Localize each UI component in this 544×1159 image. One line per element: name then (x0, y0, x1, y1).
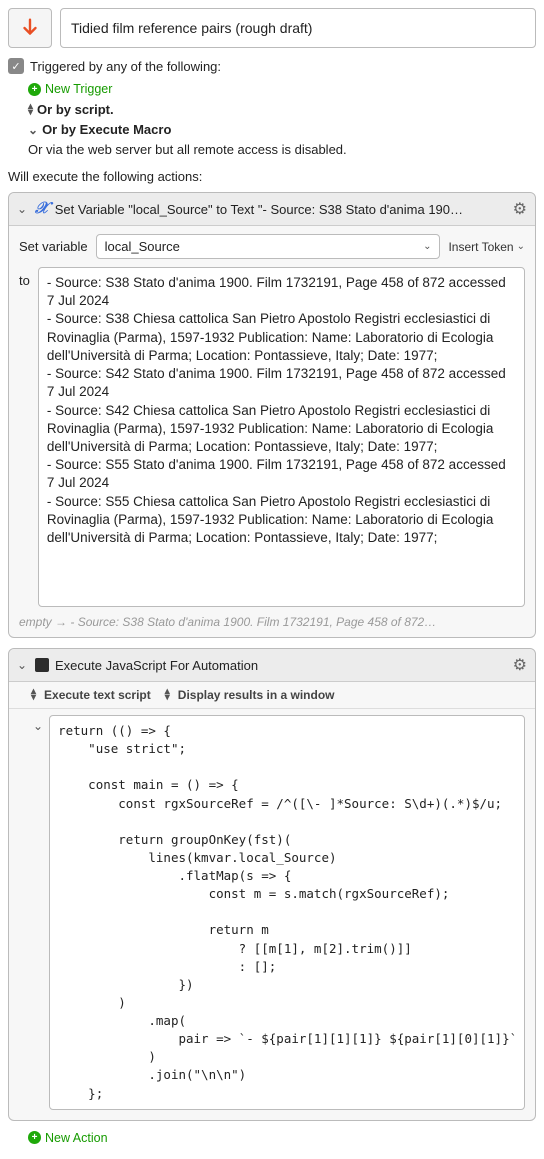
action-title: Execute JavaScript For Automation (55, 658, 507, 673)
terminal-icon (35, 658, 49, 672)
macro-title-text: Tidied film reference pairs (rough draft… (71, 20, 312, 36)
macro-title-input[interactable]: Tidied film reference pairs (rough draft… (60, 8, 536, 48)
variable-name-input[interactable]: local_Source ⌄ (96, 234, 441, 259)
action-title: Set Variable "local_Source" to Text "- S… (55, 202, 507, 217)
empty-preview: - Source: S38 Stato d'anima 1900. Film 1… (70, 615, 436, 629)
set-variable-label: Set variable (19, 239, 88, 254)
plus-icon: + (28, 83, 41, 96)
gear-icon[interactable]: ⚙ (513, 199, 527, 219)
action-execute-javascript: ⌄ Execute JavaScript For Automation ⚙ ▴▾… (8, 648, 536, 1121)
code-disclosure-toggle[interactable]: ⌄ (33, 715, 43, 1110)
updown-icon: ▴▾ (28, 104, 33, 116)
new-action-button[interactable]: + New Action (28, 1131, 536, 1145)
display-results-dropdown[interactable]: ▴▾ Display results in a window (165, 688, 335, 702)
gear-icon[interactable]: ⚙ (513, 655, 527, 675)
action-set-variable: ⌄ 𝒳 Set Variable "local_Source" to Text … (8, 192, 536, 638)
to-label: to (19, 267, 30, 288)
empty-label: empty (19, 615, 52, 629)
or-by-script-row[interactable]: ▴▾ Or by script. (28, 102, 536, 117)
updown-icon: ▴▾ (31, 689, 36, 701)
plus-icon: + (28, 1131, 41, 1144)
or-by-execute-macro-row[interactable]: ⌄ Or by Execute Macro (28, 122, 536, 137)
variable-x-icon: 𝒳 (35, 200, 49, 218)
insert-token-button[interactable]: Insert Token ⌄ (448, 240, 525, 254)
triggers-enabled-checkbox[interactable]: ✓ (8, 58, 24, 74)
disclosure-toggle[interactable]: ⌄ (17, 658, 29, 672)
chevron-down-icon: ⌄ (28, 123, 38, 137)
actions-heading: Will execute the following actions: (8, 169, 536, 184)
trigger-heading: Triggered by any of the following: (30, 59, 221, 74)
variable-value-textarea[interactable]: - Source: S38 Stato d'anima 1900. Film 1… (38, 267, 525, 607)
macro-icon[interactable] (8, 8, 52, 48)
new-trigger-button[interactable]: + New Trigger (28, 82, 536, 96)
script-textarea[interactable]: return (() => { "use strict"; const main… (49, 715, 525, 1110)
disclosure-toggle[interactable]: ⌄ (17, 202, 29, 216)
chevron-down-icon: ⌄ (517, 241, 525, 252)
chevron-down-icon: ⌄ (423, 241, 431, 252)
or-via-web-row: Or via the web server but all remote acc… (28, 142, 536, 157)
execute-text-script-dropdown[interactable]: ▴▾ Execute text script (31, 688, 151, 702)
updown-icon: ▴▾ (165, 689, 170, 701)
arrow-icon: → (55, 615, 70, 629)
